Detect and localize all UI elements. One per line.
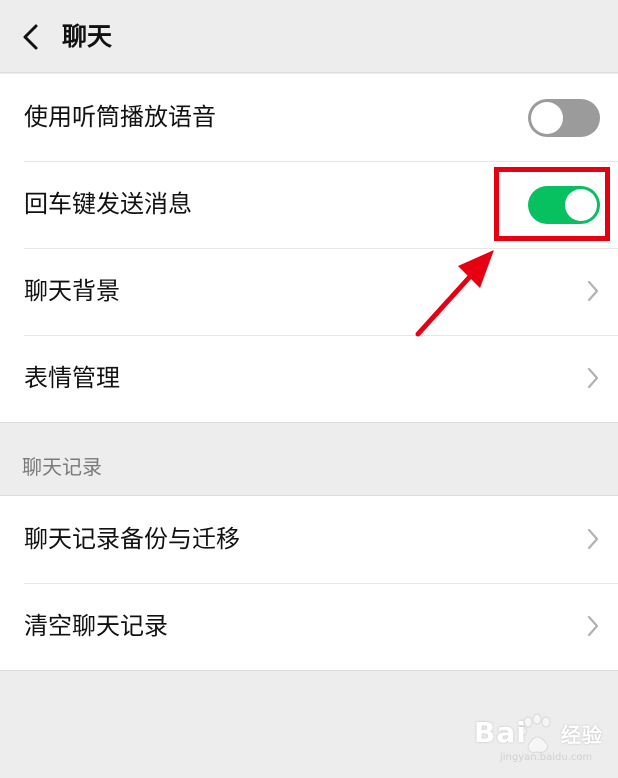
toggle-knob	[531, 102, 563, 134]
chevron-right-icon	[587, 367, 599, 389]
settings-row-label: 回车键发送消息	[24, 190, 192, 218]
section-header-chat-history: 聊天记录	[22, 455, 102, 479]
settings-row-backup-migrate[interactable]: 聊天记录备份与迁移	[0, 496, 618, 583]
settings-row-label: 聊天记录备份与迁移	[24, 525, 240, 553]
chevron-right-icon	[587, 280, 599, 302]
settings-row-label: 使用听筒播放语音	[24, 103, 216, 131]
annotation-arrow-icon	[415, 250, 494, 337]
earpiece-playback-toggle[interactable]	[528, 99, 600, 137]
settings-row-sticker-management[interactable]: 表情管理	[0, 335, 618, 422]
settings-row-label: 聊天背景	[24, 277, 120, 305]
navigation-bar: 聊天	[0, 0, 618, 73]
watermark-text: Bai 经验	[474, 716, 603, 749]
settings-row-chat-background[interactable]: 聊天背景	[0, 248, 618, 335]
page-title: 聊天	[62, 22, 113, 51]
chat-settings-group: 使用听筒播放语音 回车键发送消息 聊天背景 表情管理	[0, 74, 618, 422]
chevron-right-icon	[587, 615, 599, 637]
annotation-highlight-box	[494, 167, 610, 241]
settings-row-earpiece-playback[interactable]: 使用听筒播放语音	[0, 74, 618, 161]
divider	[0, 422, 618, 423]
chat-history-group: 聊天记录备份与迁移 清空聊天记录	[0, 496, 618, 670]
watermark-url: jingyan.baidu.com	[500, 752, 593, 763]
settings-row-label: 清空聊天记录	[24, 612, 168, 640]
settings-row-clear-history[interactable]: 清空聊天记录	[0, 583, 618, 670]
settings-row-label: 表情管理	[24, 364, 120, 392]
back-arrow-icon[interactable]	[18, 22, 46, 52]
chevron-right-icon	[587, 528, 599, 550]
divider	[0, 670, 618, 671]
